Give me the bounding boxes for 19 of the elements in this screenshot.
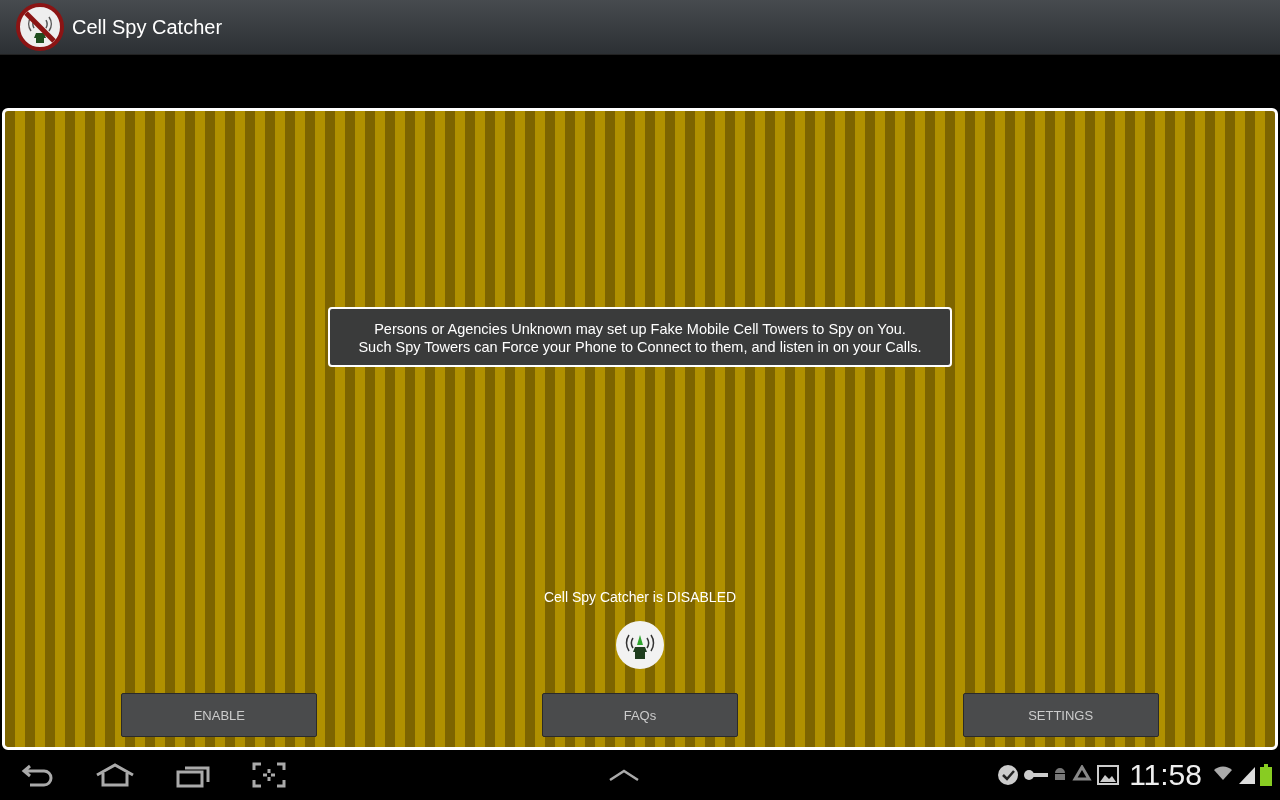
app-title: Cell Spy Catcher [72,15,223,39]
screenshot-icon[interactable] [252,762,286,788]
action-button[interactable]: FAQs [542,693,738,737]
message-text: Persons or Agencies Unknown may set up Fake Mobile Cell Towers to Spy on You. [373,320,907,338]
action-button[interactable]: ENABLE [121,693,318,737]
battery-icon[interactable] [1260,764,1272,786]
image-icon[interactable] [1097,765,1120,785]
back-icon[interactable] [20,762,54,788]
app-icon[interactable] [16,3,64,51]
home-icon[interactable] [94,762,136,788]
message-text: Such Spy Towers can Force your Phone to Connect to them, and listen in on your Calls. [357,338,923,356]
antenna-tower-icon[interactable] [616,621,664,669]
clock-time: 11:58 [1129,758,1202,792]
key-icon[interactable] [1023,768,1050,782]
caret-up-icon[interactable] [607,768,640,782]
signal-icon[interactable] [1238,765,1256,785]
action-button[interactable]: SETTINGS [962,693,1159,737]
checkmark-icon[interactable] [997,764,1020,786]
status-text: Cell Spy Catcher is DISABLED [543,589,737,605]
